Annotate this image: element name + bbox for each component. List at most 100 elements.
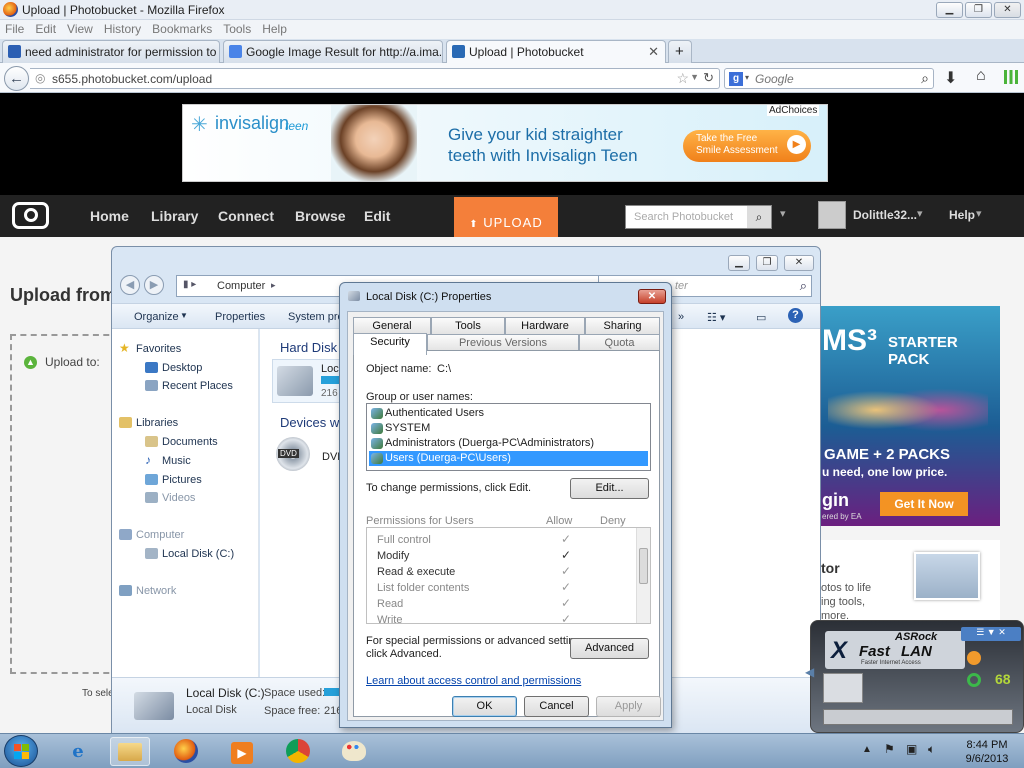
asrock-menu-icon[interactable]: ☰ ▼ ✕: [961, 627, 1021, 641]
tray-show-hidden-icon[interactable]: ▲: [862, 744, 872, 755]
sims-cta-button[interactable]: Get It Now: [880, 492, 968, 516]
taskbar-clock[interactable]: 8:44 PM 9/6/2013: [952, 738, 1022, 766]
group-list-item[interactable]: Authenticated Users: [369, 406, 648, 421]
menu-history[interactable]: History: [99, 20, 147, 36]
nav-help[interactable]: Help: [949, 208, 975, 222]
apply-button[interactable]: Apply: [596, 696, 661, 717]
username[interactable]: Dolittle32...: [853, 208, 917, 222]
search-icon[interactable]: ⌕: [921, 70, 929, 87]
user-chevron-down-icon[interactable]: ▾: [917, 207, 923, 220]
restore-button[interactable]: ❐: [965, 2, 992, 18]
tray-network-icon[interactable]: ▣: [906, 742, 917, 756]
tab-general[interactable]: General: [353, 317, 431, 334]
permissions-scrollbar[interactable]: [636, 528, 650, 623]
explorer-search-icon[interactable]: ⌕: [800, 278, 807, 294]
chrome-icon[interactable]: [278, 737, 318, 766]
new-tab-button[interactable]: +: [668, 40, 692, 63]
explorer-back-button[interactable]: ◀: [120, 275, 140, 295]
photobucket-search-icon[interactable]: ⌕: [747, 206, 771, 228]
sidebar-network[interactable]: Network: [119, 585, 176, 597]
menu-file[interactable]: File: [0, 20, 30, 36]
toolbar-organize[interactable]: Organize: [134, 311, 179, 323]
sidebar-computer[interactable]: Computer: [119, 529, 184, 541]
help-chevron-down-icon[interactable]: ▾: [976, 207, 982, 220]
sidebar-item-local-disk[interactable]: Local Disk (C:): [145, 548, 234, 560]
view-options-icon[interactable]: ☷ ▾: [707, 311, 725, 324]
tab-quota[interactable]: Quota: [579, 334, 660, 351]
signal-icon[interactable]: [1004, 70, 1018, 84]
photobucket-logo-icon[interactable]: [12, 202, 49, 229]
sidebar-item-music[interactable]: ♪ Music: [145, 453, 191, 467]
edit-button[interactable]: Edit...: [570, 478, 649, 499]
browser-tab[interactable]: need administrator for permission to ...: [2, 40, 220, 63]
explorer-forward-button[interactable]: ▶: [144, 275, 164, 295]
ie-icon[interactable]: e: [58, 737, 98, 766]
menu-bookmarks[interactable]: Bookmarks: [147, 20, 218, 36]
media-player-icon[interactable]: ▶: [222, 737, 262, 766]
ad-cta-button[interactable]: Take the Free Smile Assessment ▶: [683, 130, 811, 162]
toolbar-system-properties[interactable]: System pro: [288, 311, 344, 323]
ok-button[interactable]: OK: [452, 696, 517, 717]
explorer-taskbar-icon[interactable]: [110, 737, 150, 766]
search-dropdown-icon[interactable]: ▾: [780, 207, 786, 220]
tray-volume-icon[interactable]: 🔈︎: [928, 742, 935, 757]
nav-connect[interactable]: Connect: [218, 208, 274, 224]
asrock-xfastlan-widget[interactable]: ASRock X Fast LAN Faster Internet Access…: [805, 620, 1024, 733]
dvd-drive-icon[interactable]: DVD: [276, 437, 310, 471]
ad-banner[interactable]: ✳ invisalign teen Give your kid straight…: [182, 104, 828, 182]
sidebar-libraries[interactable]: Libraries: [119, 417, 178, 429]
tab-close-icon[interactable]: ✕: [648, 44, 659, 60]
menu-edit[interactable]: Edit: [30, 20, 62, 36]
avatar[interactable]: [818, 201, 846, 229]
nav-edit[interactable]: Edit: [364, 208, 390, 224]
tab-sharing[interactable]: Sharing: [585, 317, 660, 334]
help-icon[interactable]: ?: [788, 308, 803, 323]
search-engine-icon[interactable]: g: [729, 72, 743, 86]
browser-tab-active[interactable]: Upload | Photobucket ✕: [446, 40, 666, 63]
cancel-button[interactable]: Cancel: [524, 696, 589, 717]
explorer-minimize-button[interactable]: ▁: [728, 255, 750, 271]
minimize-button[interactable]: ▁: [936, 2, 963, 18]
overflow-chevron-icon[interactable]: »: [678, 311, 684, 323]
paint-icon[interactable]: [334, 737, 374, 766]
group-list-item[interactable]: SYSTEM: [369, 421, 648, 436]
photobucket-search-input[interactable]: Search Photobucket ⌕: [625, 205, 772, 229]
start-button[interactable]: [4, 735, 38, 767]
advanced-button[interactable]: Advanced: [570, 638, 649, 659]
tab-previous-versions[interactable]: Previous Versions: [427, 334, 579, 351]
search-bar[interactable]: g ▾ Google ⌕: [724, 68, 934, 89]
group-list-item-selected[interactable]: Users (Duerga-PC\Users): [369, 451, 648, 466]
tray-flag-icon[interactable]: ⚑: [884, 742, 895, 756]
group-list-item[interactable]: Administrators (Duerga-PC\Administrators…: [369, 436, 648, 451]
asrock-left-arrow-icon[interactable]: ◀: [805, 665, 814, 679]
menu-help[interactable]: Help: [257, 20, 293, 36]
right-promo[interactable]: tor otos to life ing tools, more.: [818, 540, 1000, 622]
url-bar[interactable]: ◎ s655.photobucket.com/upload ☆ ▼ ↻: [30, 68, 720, 89]
explorer-close-button[interactable]: ✕: [784, 255, 814, 271]
nav-library[interactable]: Library: [151, 208, 198, 224]
organize-chevron-down-icon[interactable]: ▼: [180, 311, 188, 320]
sidebar-item-pictures[interactable]: Pictures: [145, 474, 202, 486]
browser-tab[interactable]: Google Image Result for http://a.ima...: [223, 40, 443, 63]
toolbar-properties[interactable]: Properties: [215, 311, 265, 323]
sims-ad[interactable]: MS³ STARTER PACK GAME + 2 PACKS u need, …: [818, 306, 1000, 526]
explorer-maximize-button[interactable]: ❐: [756, 255, 778, 271]
firefox-taskbar-icon[interactable]: [166, 737, 206, 766]
close-button[interactable]: ✕: [994, 2, 1021, 18]
back-button[interactable]: ←: [4, 66, 29, 91]
preview-pane-icon[interactable]: ▭: [756, 311, 766, 324]
sidebar-item-recent-places[interactable]: Recent Places: [145, 380, 233, 392]
sidebar-favorites[interactable]: ★ Favorites: [119, 341, 181, 355]
menu-tools[interactable]: Tools: [218, 20, 257, 36]
adchoices-label[interactable]: AdChoices: [767, 105, 820, 116]
nav-browse[interactable]: Browse: [295, 208, 346, 224]
scrollbar-thumb[interactable]: [639, 548, 648, 584]
nav-home[interactable]: Home: [90, 208, 129, 224]
search-engine-dropdown-icon[interactable]: ▾: [745, 73, 749, 82]
sidebar-item-documents[interactable]: Documents: [145, 436, 218, 448]
menu-view[interactable]: View: [62, 20, 99, 36]
home-icon[interactable]: ⌂: [976, 67, 986, 85]
dialog-close-button[interactable]: ✕: [638, 289, 666, 304]
tab-hardware[interactable]: Hardware: [505, 317, 585, 334]
properties-dialog[interactable]: Local Disk (C:) Properties ✕ General Too…: [339, 282, 672, 728]
